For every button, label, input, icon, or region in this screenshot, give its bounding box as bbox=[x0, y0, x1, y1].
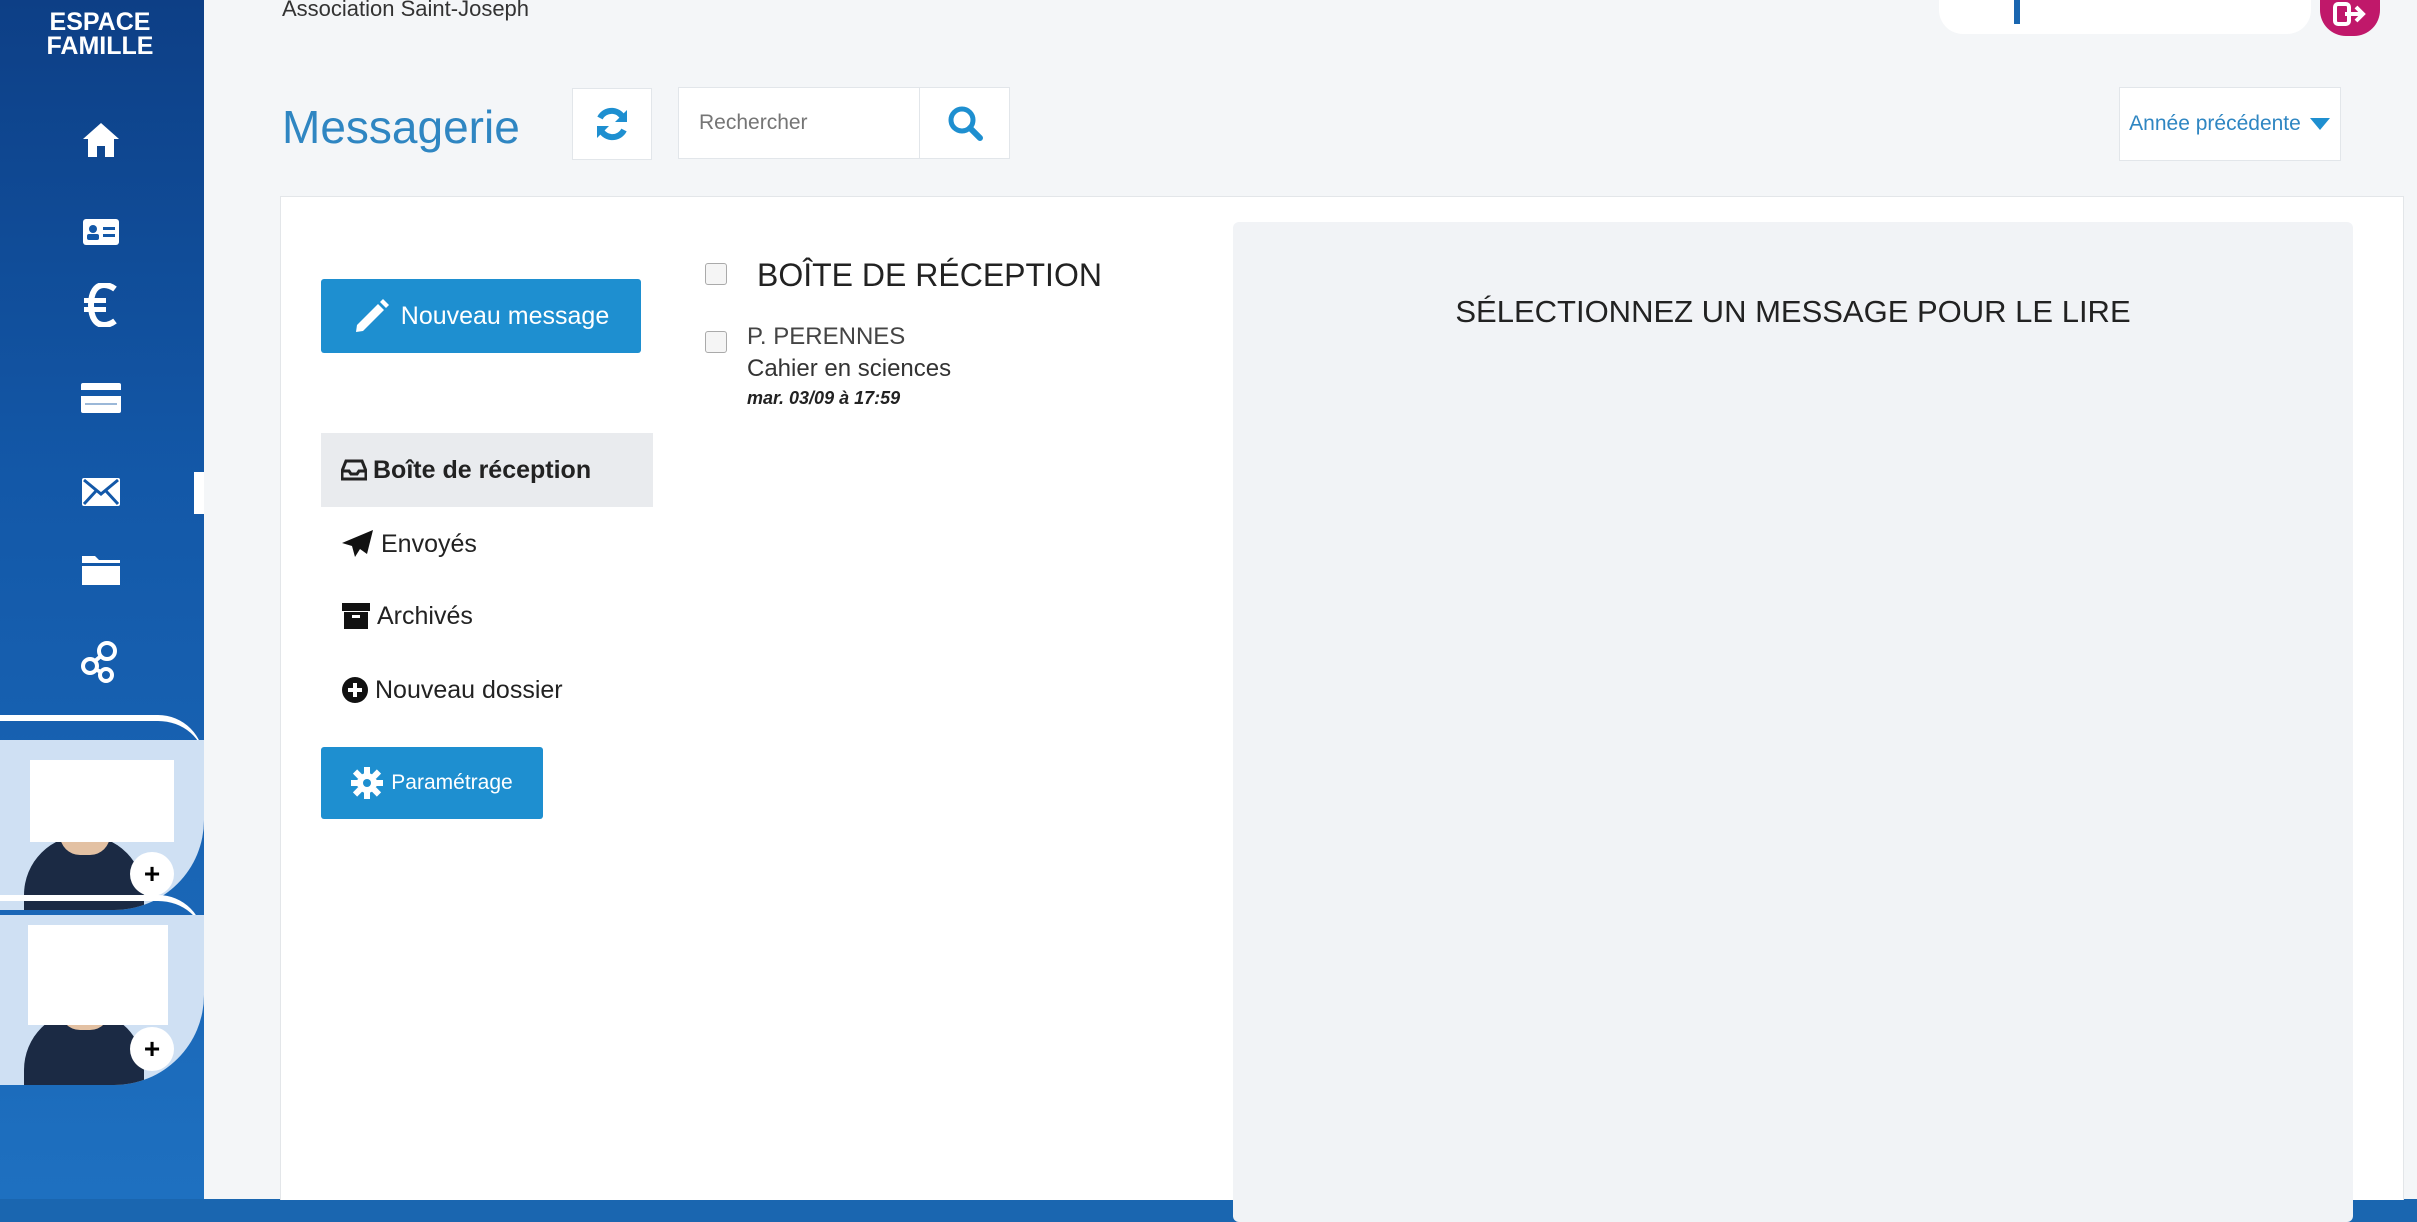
message-list-item[interactable]: P. PERENNES Cahier en sciences mar. 03/0… bbox=[747, 321, 1107, 411]
search-input[interactable] bbox=[679, 88, 935, 158]
sidebar-item-home[interactable] bbox=[70, 115, 132, 165]
search-icon bbox=[948, 106, 983, 141]
folder-label: Boîte de réception bbox=[373, 455, 592, 484]
brand-line-1: ESPACE bbox=[49, 8, 151, 36]
messaging-panel: Nouveau message Boîte de réception Envoy… bbox=[280, 196, 2404, 1222]
sidebar-item-payments[interactable] bbox=[70, 280, 132, 330]
sidebar-item-network[interactable] bbox=[70, 637, 132, 687]
search-box bbox=[678, 87, 1010, 159]
sidebar-item-messaging[interactable] bbox=[70, 467, 132, 517]
sidebar-item-cards[interactable] bbox=[70, 373, 132, 423]
main-content: Association Saint-Joseph Messagerie Anné… bbox=[204, 0, 2417, 1222]
paper-plane-icon bbox=[342, 530, 373, 557]
new-message-button[interactable]: Nouveau message bbox=[321, 279, 641, 353]
folder-icon bbox=[82, 556, 120, 585]
reading-pane-placeholder: SÉLECTIONNEZ UN MESSAGE POUR LE LIRE bbox=[1455, 294, 2131, 329]
folder-new[interactable]: Nouveau dossier bbox=[321, 653, 653, 727]
top-search-field[interactable] bbox=[1939, 0, 2311, 34]
inbox-icon bbox=[341, 459, 367, 481]
inbox-title: BOÎTE DE RÉCEPTION bbox=[757, 257, 1102, 293]
brand-line-2: FAMILLE bbox=[46, 32, 154, 60]
logout-icon bbox=[2333, 2, 2366, 26]
select-all-checkbox[interactable] bbox=[705, 263, 727, 285]
page-title: Messagerie bbox=[282, 101, 520, 153]
child-photo-mask bbox=[30, 760, 174, 842]
id-card-icon bbox=[83, 219, 119, 245]
folder-sent[interactable]: Envoyés bbox=[321, 507, 653, 581]
settings-label: Paramétrage bbox=[391, 771, 513, 794]
folder-label: Envoyés bbox=[381, 529, 477, 558]
top-bar: Association Saint-Joseph bbox=[204, 0, 2417, 42]
organization-name: Association Saint-Joseph bbox=[282, 0, 530, 21]
refresh-button[interactable] bbox=[572, 88, 652, 160]
euro-icon bbox=[84, 283, 117, 327]
active-nav-marker bbox=[194, 472, 204, 514]
message-reading-pane: SÉLECTIONNEZ UN MESSAGE POUR LE LIRE bbox=[1233, 222, 2353, 1222]
child-add-icon[interactable]: + bbox=[130, 852, 174, 896]
logout-button[interactable] bbox=[2320, 0, 2380, 36]
archive-icon bbox=[342, 603, 370, 629]
child-add-icon[interactable]: + bbox=[130, 1027, 174, 1071]
previous-year-label: Année précédente bbox=[2129, 112, 2301, 135]
folder-label: Nouveau dossier bbox=[375, 675, 563, 704]
message-subject: Cahier en sciences bbox=[747, 355, 952, 382]
folder-label: Archivés bbox=[377, 601, 473, 630]
card-icon bbox=[81, 383, 121, 413]
child-card-2[interactable]: + bbox=[0, 915, 204, 1085]
plus-circle-icon bbox=[342, 677, 368, 703]
gear-icon bbox=[351, 767, 384, 799]
child-photo-mask bbox=[28, 925, 168, 1025]
refresh-icon bbox=[597, 107, 627, 141]
home-icon bbox=[83, 123, 119, 157]
sidebar-item-profile[interactable] bbox=[70, 207, 132, 257]
child-card-1[interactable]: + bbox=[0, 740, 204, 910]
message-date: mar. 03/09 à 17:59 bbox=[747, 388, 901, 408]
sidebar: ESPACE FAMILLE + + bbox=[0, 0, 204, 1199]
brand-logo[interactable]: ESPACE FAMILLE bbox=[10, 8, 190, 60]
caret-down-icon bbox=[2309, 118, 2330, 130]
pencil-icon bbox=[355, 299, 389, 332]
mail-icon bbox=[82, 478, 120, 506]
sidebar-item-documents[interactable] bbox=[70, 544, 132, 594]
message-checkbox[interactable] bbox=[705, 331, 727, 353]
top-bar-separator bbox=[2014, 0, 2020, 24]
folder-archived[interactable]: Archivés bbox=[321, 579, 653, 653]
folder-inbox[interactable]: Boîte de réception bbox=[321, 433, 653, 507]
new-message-label: Nouveau message bbox=[400, 301, 610, 330]
message-sender: P. PERENNES bbox=[747, 323, 906, 350]
search-button[interactable] bbox=[919, 88, 1010, 158]
settings-button[interactable]: Paramétrage bbox=[321, 747, 543, 819]
network-icon bbox=[81, 641, 117, 683]
previous-year-dropdown[interactable]: Année précédente bbox=[2119, 87, 2341, 161]
